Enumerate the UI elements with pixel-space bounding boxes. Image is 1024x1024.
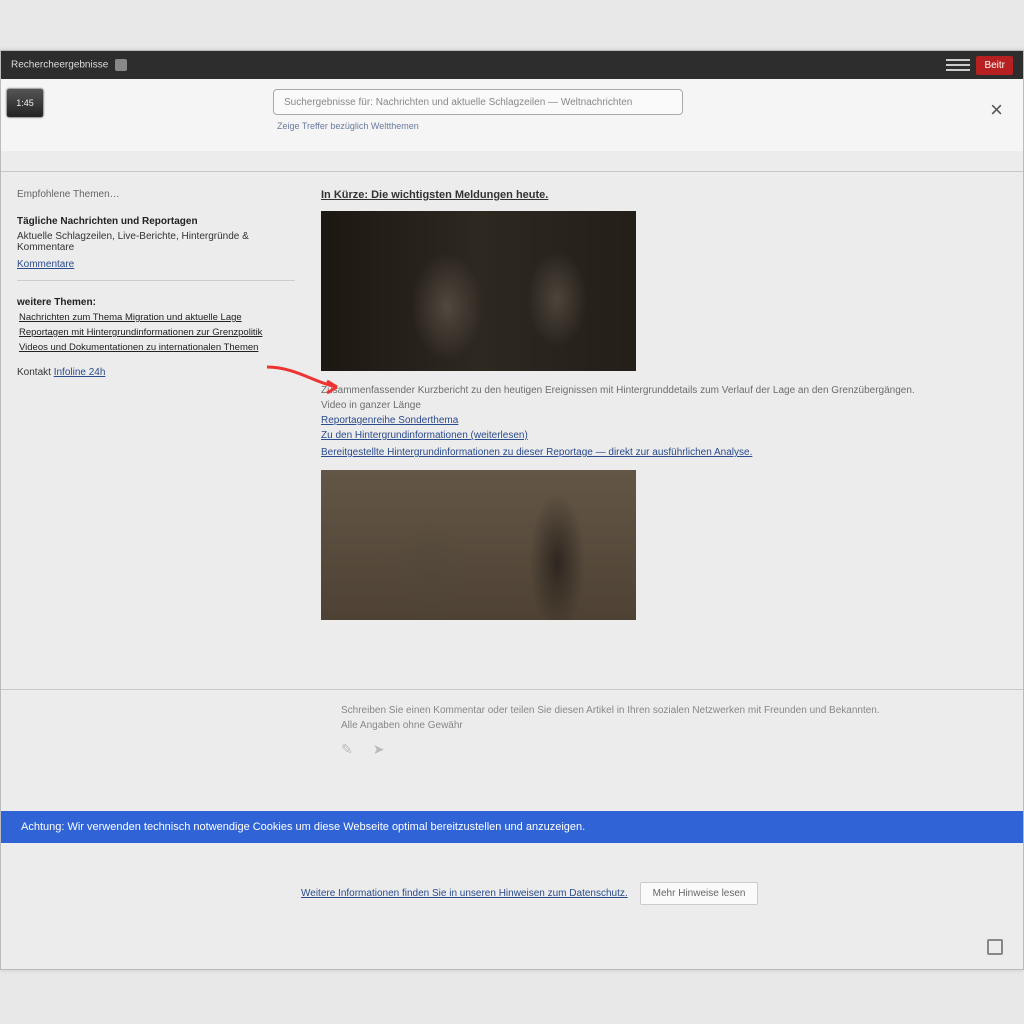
topbar-title-text: Rechercheergebnisse xyxy=(11,60,108,71)
sidebar-link-comments[interactable]: Kommentare xyxy=(17,259,74,270)
sidebar-related-link[interactable]: Videos und Dokumentationen zu internatio… xyxy=(19,342,295,353)
sidebar-item-title: Tägliche Nachrichten und Reportagen xyxy=(17,216,295,227)
article-footer: Schreiben Sie einen Kommentar oder teile… xyxy=(1,691,1023,761)
sidebar-section-2: weitere Themen: Nachrichten zum Thema Mi… xyxy=(17,297,295,353)
main-content: In Kürze: Die wichtigsten Meldungen heut… xyxy=(311,179,1023,969)
sidebar-related-link[interactable]: Reportagen mit Hintergrundinformationen … xyxy=(19,327,295,338)
sidebar-contact-label: Kontakt xyxy=(17,367,51,378)
info-icon xyxy=(115,59,127,71)
article-media-2[interactable] xyxy=(321,470,636,620)
article-meta-line: Video in ganzer Länge xyxy=(321,400,1003,411)
cookie-banner-text: Achtung: Wir verwenden technisch notwend… xyxy=(21,821,585,833)
privacy-link[interactable]: Weitere Informationen finden Sie in unse… xyxy=(301,888,628,899)
article-link-long[interactable]: Bereitgestellte Hintergrundinformationen… xyxy=(321,447,1003,458)
sidebar-item-line: Aktuelle Schlagzeilen, Live-Berichte, Hi… xyxy=(17,231,295,253)
hamburger-menu-icon[interactable] xyxy=(946,55,970,75)
article-title[interactable]: In Kürze: Die wichtigsten Meldungen heut… xyxy=(321,189,1003,201)
app-window: Rechercheergebnisse Beitr 1:45 Suchergeb… xyxy=(0,50,1024,970)
bottom-row: Weitere Informationen finden Sie in unse… xyxy=(1,873,1023,913)
article-link[interactable]: Zu den Hintergrundinformationen (weiterl… xyxy=(321,430,1003,441)
sidebar-contact: Kontakt Infoline 24h xyxy=(17,367,295,378)
article-links: Zusammenfassender Kurzbericht zu den heu… xyxy=(321,385,1003,458)
cookie-banner: Achtung: Wir verwenden technisch notwend… xyxy=(1,811,1023,843)
page-corner-icon[interactable] xyxy=(987,939,1003,955)
article-media-1[interactable] xyxy=(321,211,636,371)
sidebar-contact-link[interactable]: Infoline 24h xyxy=(54,367,106,378)
site-logo[interactable]: 1:45 xyxy=(7,89,43,117)
search-subtext: Zeige Treffer bezüglich Weltthemen xyxy=(277,121,683,131)
sidebar: Empfohlene Themen… Tägliche Nachrichten … xyxy=(1,179,311,969)
content-body: Empfohlene Themen… Tägliche Nachrichten … xyxy=(1,179,1023,969)
search-placeholder: Suchergebnisse für: Nachrichten und aktu… xyxy=(284,97,632,108)
more-info-button[interactable]: Mehr Hinweise lesen xyxy=(640,882,759,905)
footer-line-2: Alle Angaben ohne Gewähr xyxy=(341,720,1003,731)
sub-header: 1:45 Suchergebnisse für: Nachrichten und… xyxy=(1,79,1023,151)
divider xyxy=(1,689,1023,690)
sidebar-sub-heading: weitere Themen: xyxy=(17,297,295,308)
search-input[interactable]: Suchergebnisse für: Nachrichten und aktu… xyxy=(273,89,683,115)
sidebar-related-link[interactable]: Nachrichten zum Thema Migration und aktu… xyxy=(19,312,295,323)
article-link[interactable]: Reportagenreihe Sonderthema xyxy=(321,415,1003,426)
divider xyxy=(1,171,1023,172)
article-summary: Zusammenfassender Kurzbericht zu den heu… xyxy=(321,385,1003,396)
close-icon[interactable]: × xyxy=(990,97,1003,123)
sidebar-section-1: Tägliche Nachrichten und Reportagen Aktu… xyxy=(17,216,295,281)
sidebar-heading: Empfohlene Themen… xyxy=(17,189,295,200)
share-icon[interactable]: ➤ xyxy=(373,741,385,758)
topbar: Rechercheergebnisse Beitr xyxy=(1,51,1023,79)
primary-red-button[interactable]: Beitr xyxy=(976,56,1013,75)
footer-line-1: Schreiben Sie einen Kommentar oder teile… xyxy=(341,705,1003,716)
comment-icon[interactable]: ✎ xyxy=(341,741,353,758)
topbar-title: Rechercheergebnisse xyxy=(11,59,127,71)
